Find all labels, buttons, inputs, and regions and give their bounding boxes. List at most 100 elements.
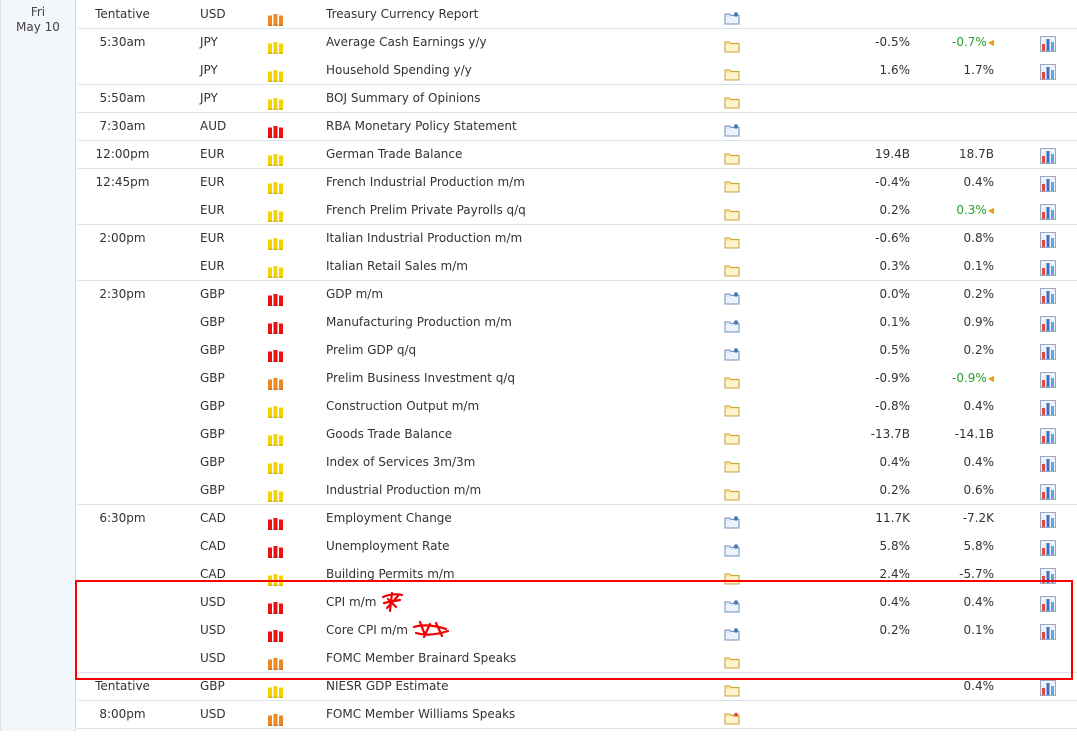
event-name[interactable]: Average Cash Earnings y/y (326, 28, 487, 56)
event-name[interactable]: Unemployment Rate (326, 532, 450, 560)
event-name[interactable]: Household Spending y/y (326, 56, 472, 84)
bar-graph-icon[interactable] (1040, 34, 1056, 52)
event-row[interactable]: USD CPI m/m 0.4% 0.4% (77, 588, 1077, 616)
event-details-icon[interactable] (724, 287, 740, 305)
event-details-icon[interactable] (724, 231, 740, 249)
event-name[interactable]: Italian Retail Sales m/m (326, 252, 468, 280)
event-row[interactable]: USD Core CPI m/m 0.2% 0.1% (77, 616, 1077, 644)
bar-graph-icon[interactable] (1040, 230, 1056, 248)
event-details-icon[interactable] (724, 707, 740, 725)
event-name[interactable]: Manufacturing Production m/m (326, 308, 512, 336)
bar-graph-icon[interactable] (1040, 538, 1056, 556)
event-row[interactable]: 2:00pm EUR Italian Industrial Production m… (77, 224, 1077, 252)
event-name[interactable]: Core CPI m/m (326, 616, 450, 644)
bar-graph-icon[interactable] (1040, 286, 1056, 304)
event-details-icon[interactable] (724, 35, 740, 53)
bar-graph-icon[interactable] (1040, 258, 1056, 276)
event-name[interactable]: Prelim GDP q/q (326, 336, 416, 364)
event-name[interactable]: RBA Monetary Policy Statement (326, 112, 517, 140)
event-row[interactable]: GBP Industrial Production m/m 0.2% 0.6% (77, 476, 1077, 504)
bar-graph-icon[interactable] (1040, 454, 1056, 472)
event-details-icon[interactable] (724, 203, 740, 221)
event-row[interactable]: JPY Household Spending y/y 1.6% 1.7% (77, 56, 1077, 84)
bar-graph-icon[interactable] (1040, 342, 1056, 360)
bar-graph-icon[interactable] (1040, 398, 1056, 416)
event-details-icon[interactable] (724, 455, 740, 473)
event-row[interactable]: Tentative USD Treasury Currency Report (77, 0, 1077, 28)
event-details-icon[interactable] (724, 651, 740, 669)
event-row[interactable]: GBP Index of Services 3m/3m 0.4% 0.4% (77, 448, 1077, 476)
bar-graph-icon[interactable] (1040, 622, 1056, 640)
event-row[interactable]: EUR French Prelim Private Payrolls q/q 0.2… (77, 196, 1077, 224)
event-row[interactable]: 8:00pm USD FOMC Member Williams Speaks (77, 700, 1077, 729)
bar-graph-icon[interactable] (1040, 146, 1056, 164)
event-details-icon[interactable] (724, 623, 740, 641)
event-details-icon[interactable] (724, 259, 740, 277)
event-details-icon[interactable] (724, 567, 740, 585)
bar-graph-icon[interactable] (1040, 594, 1056, 612)
bar-graph-icon[interactable] (1040, 202, 1056, 220)
event-row[interactable]: CAD Unemployment Rate 5.8% 5.8% (77, 532, 1077, 560)
bar-graph-icon[interactable] (1040, 426, 1056, 444)
bar-graph-icon[interactable] (1040, 566, 1056, 584)
event-name[interactable]: Employment Change (326, 504, 452, 532)
bar-graph-icon[interactable] (1040, 510, 1056, 528)
event-details-icon[interactable] (724, 119, 740, 137)
event-details-icon[interactable] (724, 595, 740, 613)
event-details-icon[interactable] (724, 315, 740, 333)
event-row[interactable]: 6:30pm CAD Employment Change 11.7K -7.2K (77, 504, 1077, 532)
event-name[interactable]: Index of Services 3m/3m (326, 448, 475, 476)
event-name[interactable]: Construction Output m/m (326, 392, 479, 420)
event-row[interactable]: GBP Manufacturing Production m/m 0.1% 0.9% (77, 308, 1077, 336)
bar-graph-icon[interactable] (1040, 482, 1056, 500)
event-name[interactable]: Treasury Currency Report (326, 0, 478, 28)
event-row[interactable]: 12:00pm EUR German Trade Balance 19.4B 18.7B (77, 140, 1077, 168)
event-details-icon[interactable] (724, 371, 740, 389)
event-row[interactable]: USD FOMC Member Brainard Speaks (77, 644, 1077, 672)
event-name[interactable]: Industrial Production m/m (326, 476, 481, 504)
event-name[interactable]: FOMC Member Brainard Speaks (326, 644, 516, 672)
forecast-value-text: 0.1% (963, 259, 995, 273)
bar-graph-icon[interactable] (1040, 370, 1056, 388)
event-details-icon[interactable] (724, 63, 740, 81)
event-name[interactable]: Italian Industrial Production m/m (326, 224, 522, 252)
event-details-icon[interactable] (724, 343, 740, 361)
bar-graph-icon[interactable] (1040, 678, 1056, 696)
event-row[interactable]: 7:30am AUD RBA Monetary Policy Statement (77, 112, 1077, 140)
event-row[interactable]: 5:50am JPY BOJ Summary of Opinions (77, 84, 1077, 112)
event-row[interactable]: EUR Italian Retail Sales m/m 0.3% 0.1% (77, 252, 1077, 280)
event-details-icon[interactable] (724, 511, 740, 529)
event-details-icon[interactable] (724, 91, 740, 109)
event-details-icon[interactable] (724, 679, 740, 697)
event-name[interactable]: GDP m/m (326, 280, 383, 308)
event-details-icon[interactable] (724, 483, 740, 501)
event-name[interactable]: BOJ Summary of Opinions (326, 84, 481, 112)
event-row[interactable]: 2:30pm GBP GDP m/m 0.0% 0.2% (77, 280, 1077, 308)
bar-graph-icon[interactable] (1040, 174, 1056, 192)
event-row[interactable]: Tentative GBP NIESR GDP Estimate 0.4% (77, 672, 1077, 700)
event-details-icon[interactable] (724, 427, 740, 445)
event-row[interactable]: 12:45pm EUR French Industrial Production m… (77, 168, 1077, 196)
event-row[interactable]: GBP Construction Output m/m -0.8% 0.4% (77, 392, 1077, 420)
event-name[interactable]: NIESR GDP Estimate (326, 672, 448, 700)
event-name[interactable]: FOMC Member Williams Speaks (326, 700, 515, 728)
event-name[interactable]: CPI m/m (326, 588, 404, 616)
bar-graph-icon[interactable] (1040, 314, 1056, 332)
event-name[interactable]: French Prelim Private Payrolls q/q (326, 196, 526, 224)
event-details-icon[interactable] (724, 399, 740, 417)
event-details-icon[interactable] (724, 539, 740, 557)
event-name[interactable]: Goods Trade Balance (326, 420, 452, 448)
event-row[interactable]: GBP Prelim Business Investment q/q -0.9% -0… (77, 364, 1077, 392)
event-name[interactable]: Building Permits m/m (326, 560, 455, 588)
event-row[interactable]: 5:30am JPY Average Cash Earnings y/y -0.5% -… (77, 28, 1077, 56)
event-name[interactable]: French Industrial Production m/m (326, 168, 525, 196)
event-row[interactable]: GBP Goods Trade Balance -13.7B -14.1B (77, 420, 1077, 448)
event-name[interactable]: German Trade Balance (326, 140, 462, 168)
event-name[interactable]: Prelim Business Investment q/q (326, 364, 515, 392)
bar-graph-icon[interactable] (1040, 62, 1056, 80)
event-row[interactable]: CAD Building Permits m/m 2.4% -5.7% (77, 560, 1077, 588)
event-details-icon[interactable] (724, 147, 740, 165)
event-row[interactable]: GBP Prelim GDP q/q 0.5% 0.2% (77, 336, 1077, 364)
event-details-icon[interactable] (724, 175, 740, 193)
event-details-icon[interactable] (724, 7, 740, 25)
